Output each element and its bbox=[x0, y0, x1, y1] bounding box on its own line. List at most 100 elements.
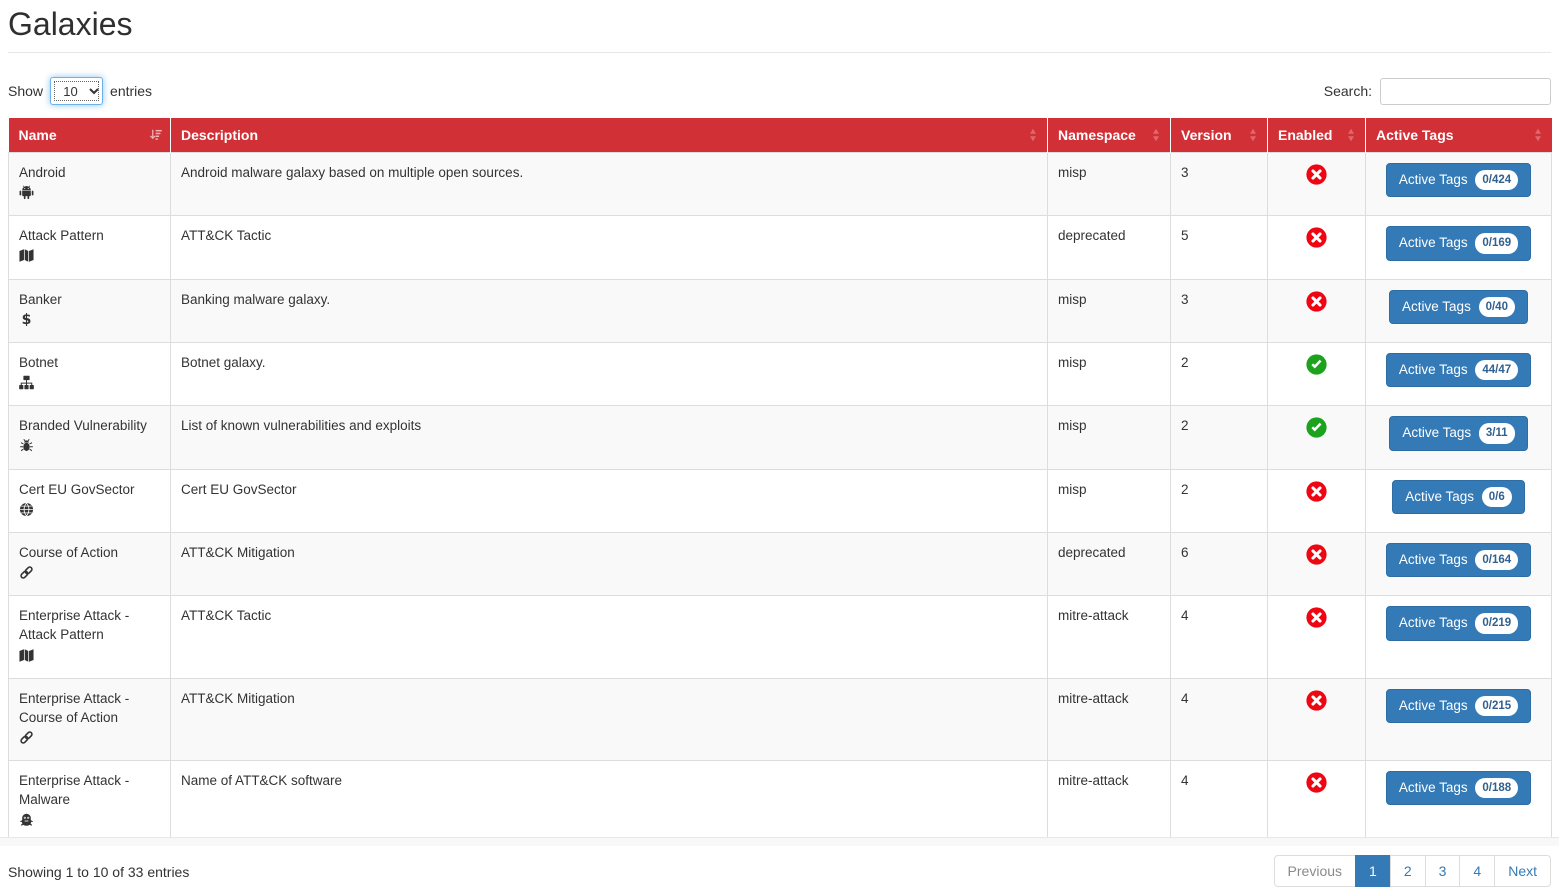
galaxy-name[interactable]: Enterprise Attack - Course of Action bbox=[19, 689, 160, 727]
galaxy-name[interactable]: Enterprise Attack - Malware bbox=[19, 771, 160, 809]
pagination-next[interactable]: Next bbox=[1494, 855, 1551, 887]
galaxy-namespace: misp bbox=[1058, 355, 1087, 370]
search-control: Search: bbox=[1324, 78, 1551, 105]
active-tags-button[interactable]: Active Tags 0/169 bbox=[1386, 226, 1531, 260]
description-cell: List of known vulnerabilities and exploi… bbox=[171, 406, 1048, 469]
map-icon bbox=[19, 648, 34, 663]
disabled-cross-icon[interactable] bbox=[1306, 291, 1327, 312]
enabled-check-icon[interactable] bbox=[1306, 417, 1327, 438]
active-tags-button[interactable]: Active Tags 0/424 bbox=[1386, 163, 1531, 197]
galaxy-name[interactable]: Enterprise Attack - Attack Pattern bbox=[19, 606, 160, 644]
description-cell: Name of ATT&CK software bbox=[171, 761, 1048, 843]
galaxy-description: Banking malware galaxy. bbox=[181, 292, 330, 307]
description-cell: Botnet galaxy. bbox=[171, 342, 1048, 405]
table-controls: Show 10 entries Search: bbox=[8, 77, 1551, 105]
table-row: Android Android malware galaxy based on … bbox=[9, 153, 1552, 216]
enabled-cell bbox=[1268, 153, 1366, 216]
column-header-label: Active Tags bbox=[1376, 127, 1454, 143]
galaxies-table: Name Description Namespace Version Enabl… bbox=[8, 118, 1552, 844]
active-tags-cell: Active Tags 0/40 bbox=[1366, 279, 1552, 342]
disabled-cross-icon[interactable] bbox=[1306, 772, 1327, 793]
name-cell: Botnet bbox=[9, 342, 171, 405]
disabled-cross-icon[interactable] bbox=[1306, 690, 1327, 711]
active-tags-button-label: Active Tags bbox=[1399, 698, 1472, 713]
description-cell: Cert EU GovSector bbox=[171, 469, 1048, 532]
table-header-row: Name Description Namespace Version Enabl… bbox=[9, 118, 1552, 153]
enabled-cell bbox=[1268, 678, 1366, 760]
galaxy-name[interactable]: Botnet bbox=[19, 353, 160, 372]
sort-asc-icon bbox=[149, 128, 163, 142]
column-header-active-tags[interactable]: Active Tags bbox=[1366, 118, 1552, 153]
galaxy-description: Cert EU GovSector bbox=[181, 482, 297, 497]
disabled-cross-icon[interactable] bbox=[1306, 227, 1327, 248]
galaxy-name[interactable]: Branded Vulnerability bbox=[19, 416, 160, 435]
page-length-select[interactable]: 10 bbox=[50, 77, 103, 105]
column-header-name[interactable]: Name bbox=[9, 118, 171, 153]
version-cell: 6 bbox=[1171, 532, 1268, 595]
sort-both-icon bbox=[1246, 128, 1260, 142]
name-cell: Android bbox=[9, 153, 171, 216]
monster-icon bbox=[19, 812, 34, 827]
active-tags-button-label: Active Tags bbox=[1405, 489, 1478, 504]
globe-icon bbox=[19, 502, 34, 517]
galaxy-name[interactable]: Attack Pattern bbox=[19, 226, 160, 245]
dollar-icon bbox=[19, 312, 34, 327]
search-input[interactable] bbox=[1380, 78, 1551, 105]
column-header-version[interactable]: Version bbox=[1171, 118, 1268, 153]
galaxy-name[interactable]: Cert EU GovSector bbox=[19, 480, 160, 499]
active-tags-button[interactable]: Active Tags 0/188 bbox=[1386, 771, 1531, 805]
disabled-cross-icon[interactable] bbox=[1306, 544, 1327, 565]
active-tags-button[interactable]: Active Tags 0/219 bbox=[1386, 606, 1531, 640]
version-cell: 4 bbox=[1171, 678, 1268, 760]
pagination-item: Next bbox=[1495, 855, 1551, 887]
active-tags-count-badge: 0/424 bbox=[1475, 170, 1518, 190]
active-tags-count-badge: 0/169 bbox=[1475, 233, 1518, 253]
disabled-cross-icon[interactable] bbox=[1306, 481, 1327, 502]
description-cell: ATT&CK Tactic bbox=[171, 216, 1048, 279]
active-tags-button-label: Active Tags bbox=[1399, 615, 1472, 630]
namespace-cell: deprecated bbox=[1048, 532, 1171, 595]
galaxy-namespace: mitre-attack bbox=[1058, 608, 1129, 623]
pagination-3[interactable]: 3 bbox=[1425, 855, 1461, 887]
column-header-enabled[interactable]: Enabled bbox=[1268, 118, 1366, 153]
column-header-namespace[interactable]: Namespace bbox=[1048, 118, 1171, 153]
active-tags-button[interactable]: Active Tags 3/11 bbox=[1389, 416, 1527, 450]
pagination-2[interactable]: 2 bbox=[1390, 855, 1426, 887]
active-tags-button[interactable]: Active Tags 0/164 bbox=[1386, 543, 1531, 577]
galaxy-namespace: mitre-attack bbox=[1058, 691, 1129, 706]
galaxy-version: 3 bbox=[1181, 165, 1189, 180]
galaxy-name[interactable]: Course of Action bbox=[19, 543, 160, 562]
name-cell: Course of Action bbox=[9, 532, 171, 595]
pagination-4[interactable]: 4 bbox=[1459, 855, 1495, 887]
disabled-cross-icon[interactable] bbox=[1306, 164, 1327, 185]
galaxy-namespace: misp bbox=[1058, 418, 1087, 433]
active-tags-cell: Active Tags 0/188 bbox=[1366, 761, 1552, 843]
galaxy-name[interactable]: Banker bbox=[19, 290, 160, 309]
namespace-cell: mitre-attack bbox=[1048, 761, 1171, 843]
page-length-control: Show 10 entries bbox=[8, 77, 152, 105]
active-tags-button[interactable]: Active Tags 44/47 bbox=[1386, 353, 1531, 387]
active-tags-button[interactable]: Active Tags 0/215 bbox=[1386, 689, 1531, 723]
active-tags-button-label: Active Tags bbox=[1399, 552, 1472, 567]
column-header-label: Namespace bbox=[1058, 127, 1136, 143]
pagination-item: 4 bbox=[1460, 855, 1495, 887]
galaxy-name[interactable]: Android bbox=[19, 163, 160, 182]
link-icon bbox=[19, 565, 34, 580]
showing-entries-info: Showing 1 to 10 of 33 entries bbox=[8, 855, 189, 880]
active-tags-button[interactable]: Active Tags 0/6 bbox=[1392, 480, 1525, 514]
galaxy-description: ATT&CK Mitigation bbox=[181, 545, 295, 560]
galaxy-namespace: deprecated bbox=[1058, 228, 1126, 243]
galaxy-version: 5 bbox=[1181, 228, 1189, 243]
table-row: Enterprise Attack - Course of Action ATT… bbox=[9, 678, 1552, 760]
pagination-previous[interactable]: Previous bbox=[1274, 855, 1356, 887]
enabled-check-icon[interactable] bbox=[1306, 354, 1327, 375]
disabled-cross-icon[interactable] bbox=[1306, 607, 1327, 628]
pagination-1[interactable]: 1 bbox=[1355, 855, 1391, 887]
footer-bar bbox=[0, 837, 1559, 846]
namespace-cell: misp bbox=[1048, 279, 1171, 342]
table-row: Branded Vulnerability List of known vuln… bbox=[9, 406, 1552, 469]
column-header-description[interactable]: Description bbox=[171, 118, 1048, 153]
galaxy-description: Android malware galaxy based on multiple… bbox=[181, 165, 523, 180]
active-tags-cell: Active Tags 0/6 bbox=[1366, 469, 1552, 532]
active-tags-button[interactable]: Active Tags 0/40 bbox=[1389, 290, 1528, 324]
